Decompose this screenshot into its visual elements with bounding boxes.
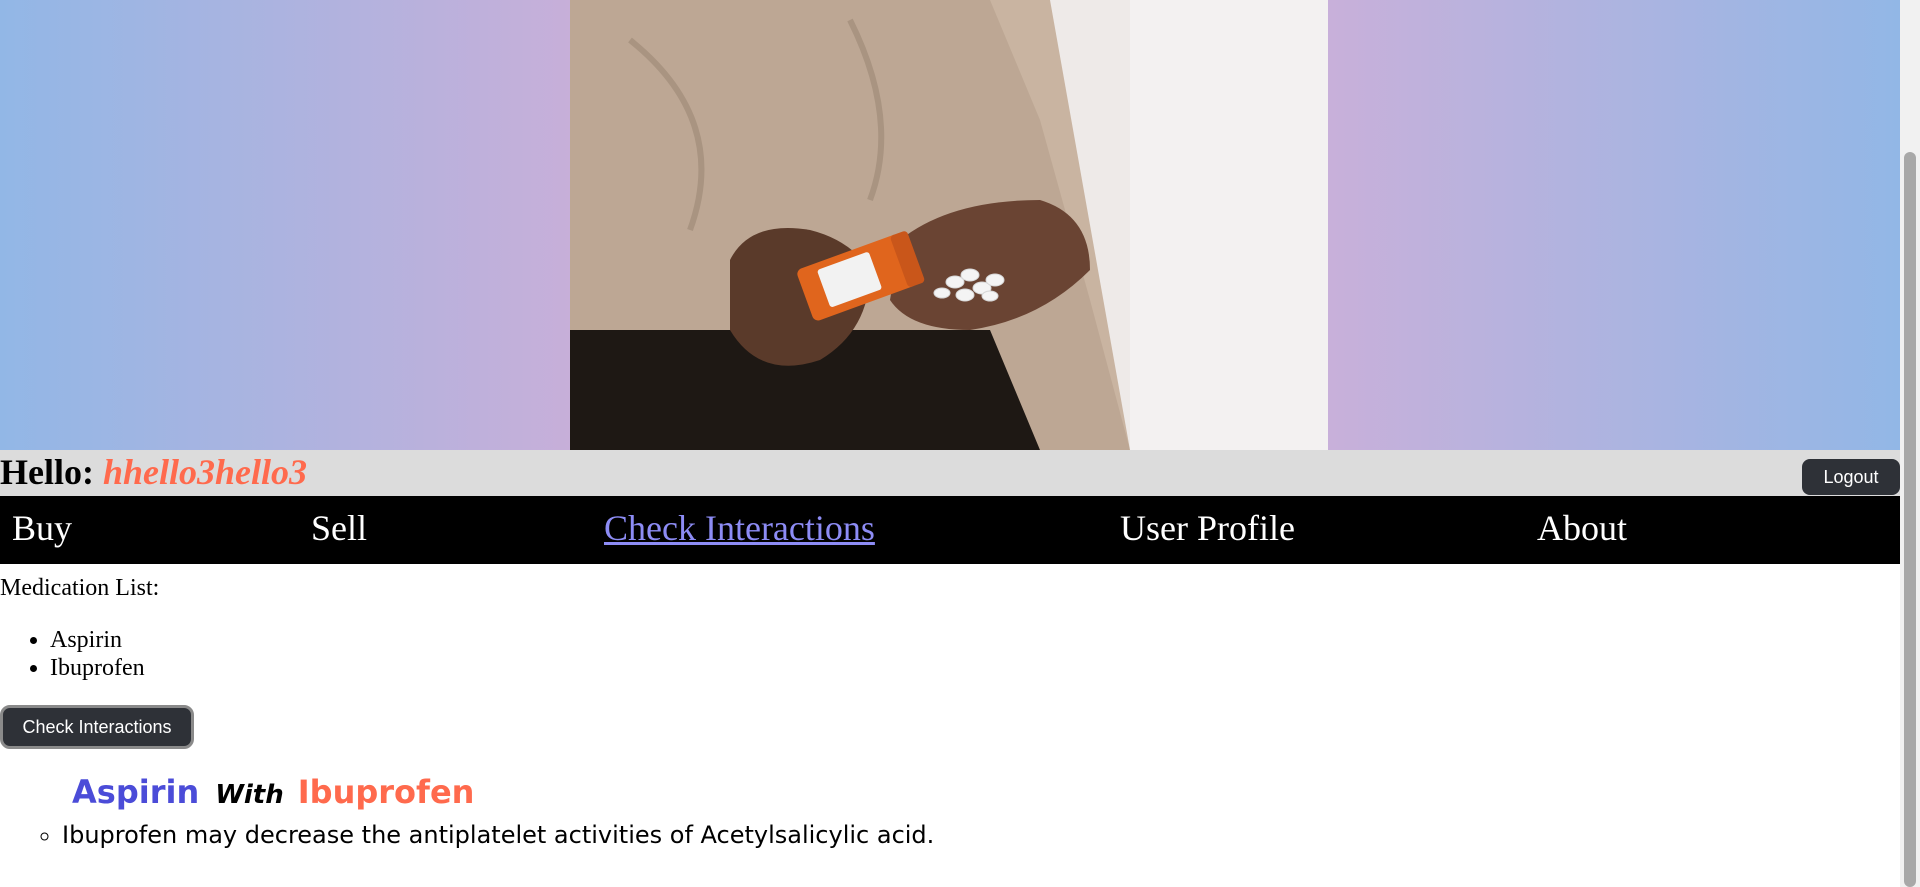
page: Hello: hhello3hello3 Logout Buy Sell Che… [0, 0, 1900, 887]
pill-bottle-photo [570, 0, 1328, 450]
hero-banner [0, 0, 1900, 450]
interaction-drug-a: Aspirin [72, 773, 200, 811]
medication-item: Aspirin [50, 626, 145, 654]
logout-button[interactable]: Logout [1802, 459, 1900, 495]
interaction-description: Ibuprofen may decrease the antiplatelet … [62, 820, 934, 850]
main-nav: Buy Sell Check Interactions User Profile… [0, 496, 1900, 564]
greeting-label: Hello: [0, 452, 94, 492]
medication-list: Aspirin Ibuprofen [0, 626, 145, 682]
nav-about[interactable]: About [1537, 506, 1627, 550]
greeting: Hello: hhello3hello3 [0, 452, 307, 492]
pill-bottle-illustration [570, 0, 1328, 450]
nav-sell[interactable]: Sell [311, 506, 367, 550]
interaction-with-word: With [215, 780, 284, 810]
interaction-heading: Aspirin With Ibuprofen [72, 772, 474, 818]
interaction-drug-b: Ibuprofen [297, 773, 475, 811]
username: hhello3hello3 [102, 452, 308, 492]
interaction-description-list: Ibuprofen may decrease the antiplatelet … [0, 820, 934, 850]
nav-buy[interactable]: Buy [12, 506, 72, 550]
greeting-bar: Hello: hhello3hello3 Logout [0, 450, 1900, 496]
scrollbar-thumb[interactable] [1904, 152, 1916, 887]
check-interactions-button[interactable]: Check Interactions [0, 705, 194, 749]
vertical-scrollbar[interactable] [1900, 0, 1920, 887]
medication-item: Ibuprofen [50, 654, 145, 682]
nav-check-interactions[interactable]: Check Interactions [604, 506, 875, 550]
medication-list-title: Medication List: [0, 575, 160, 601]
nav-user-profile[interactable]: User Profile [1120, 506, 1295, 550]
